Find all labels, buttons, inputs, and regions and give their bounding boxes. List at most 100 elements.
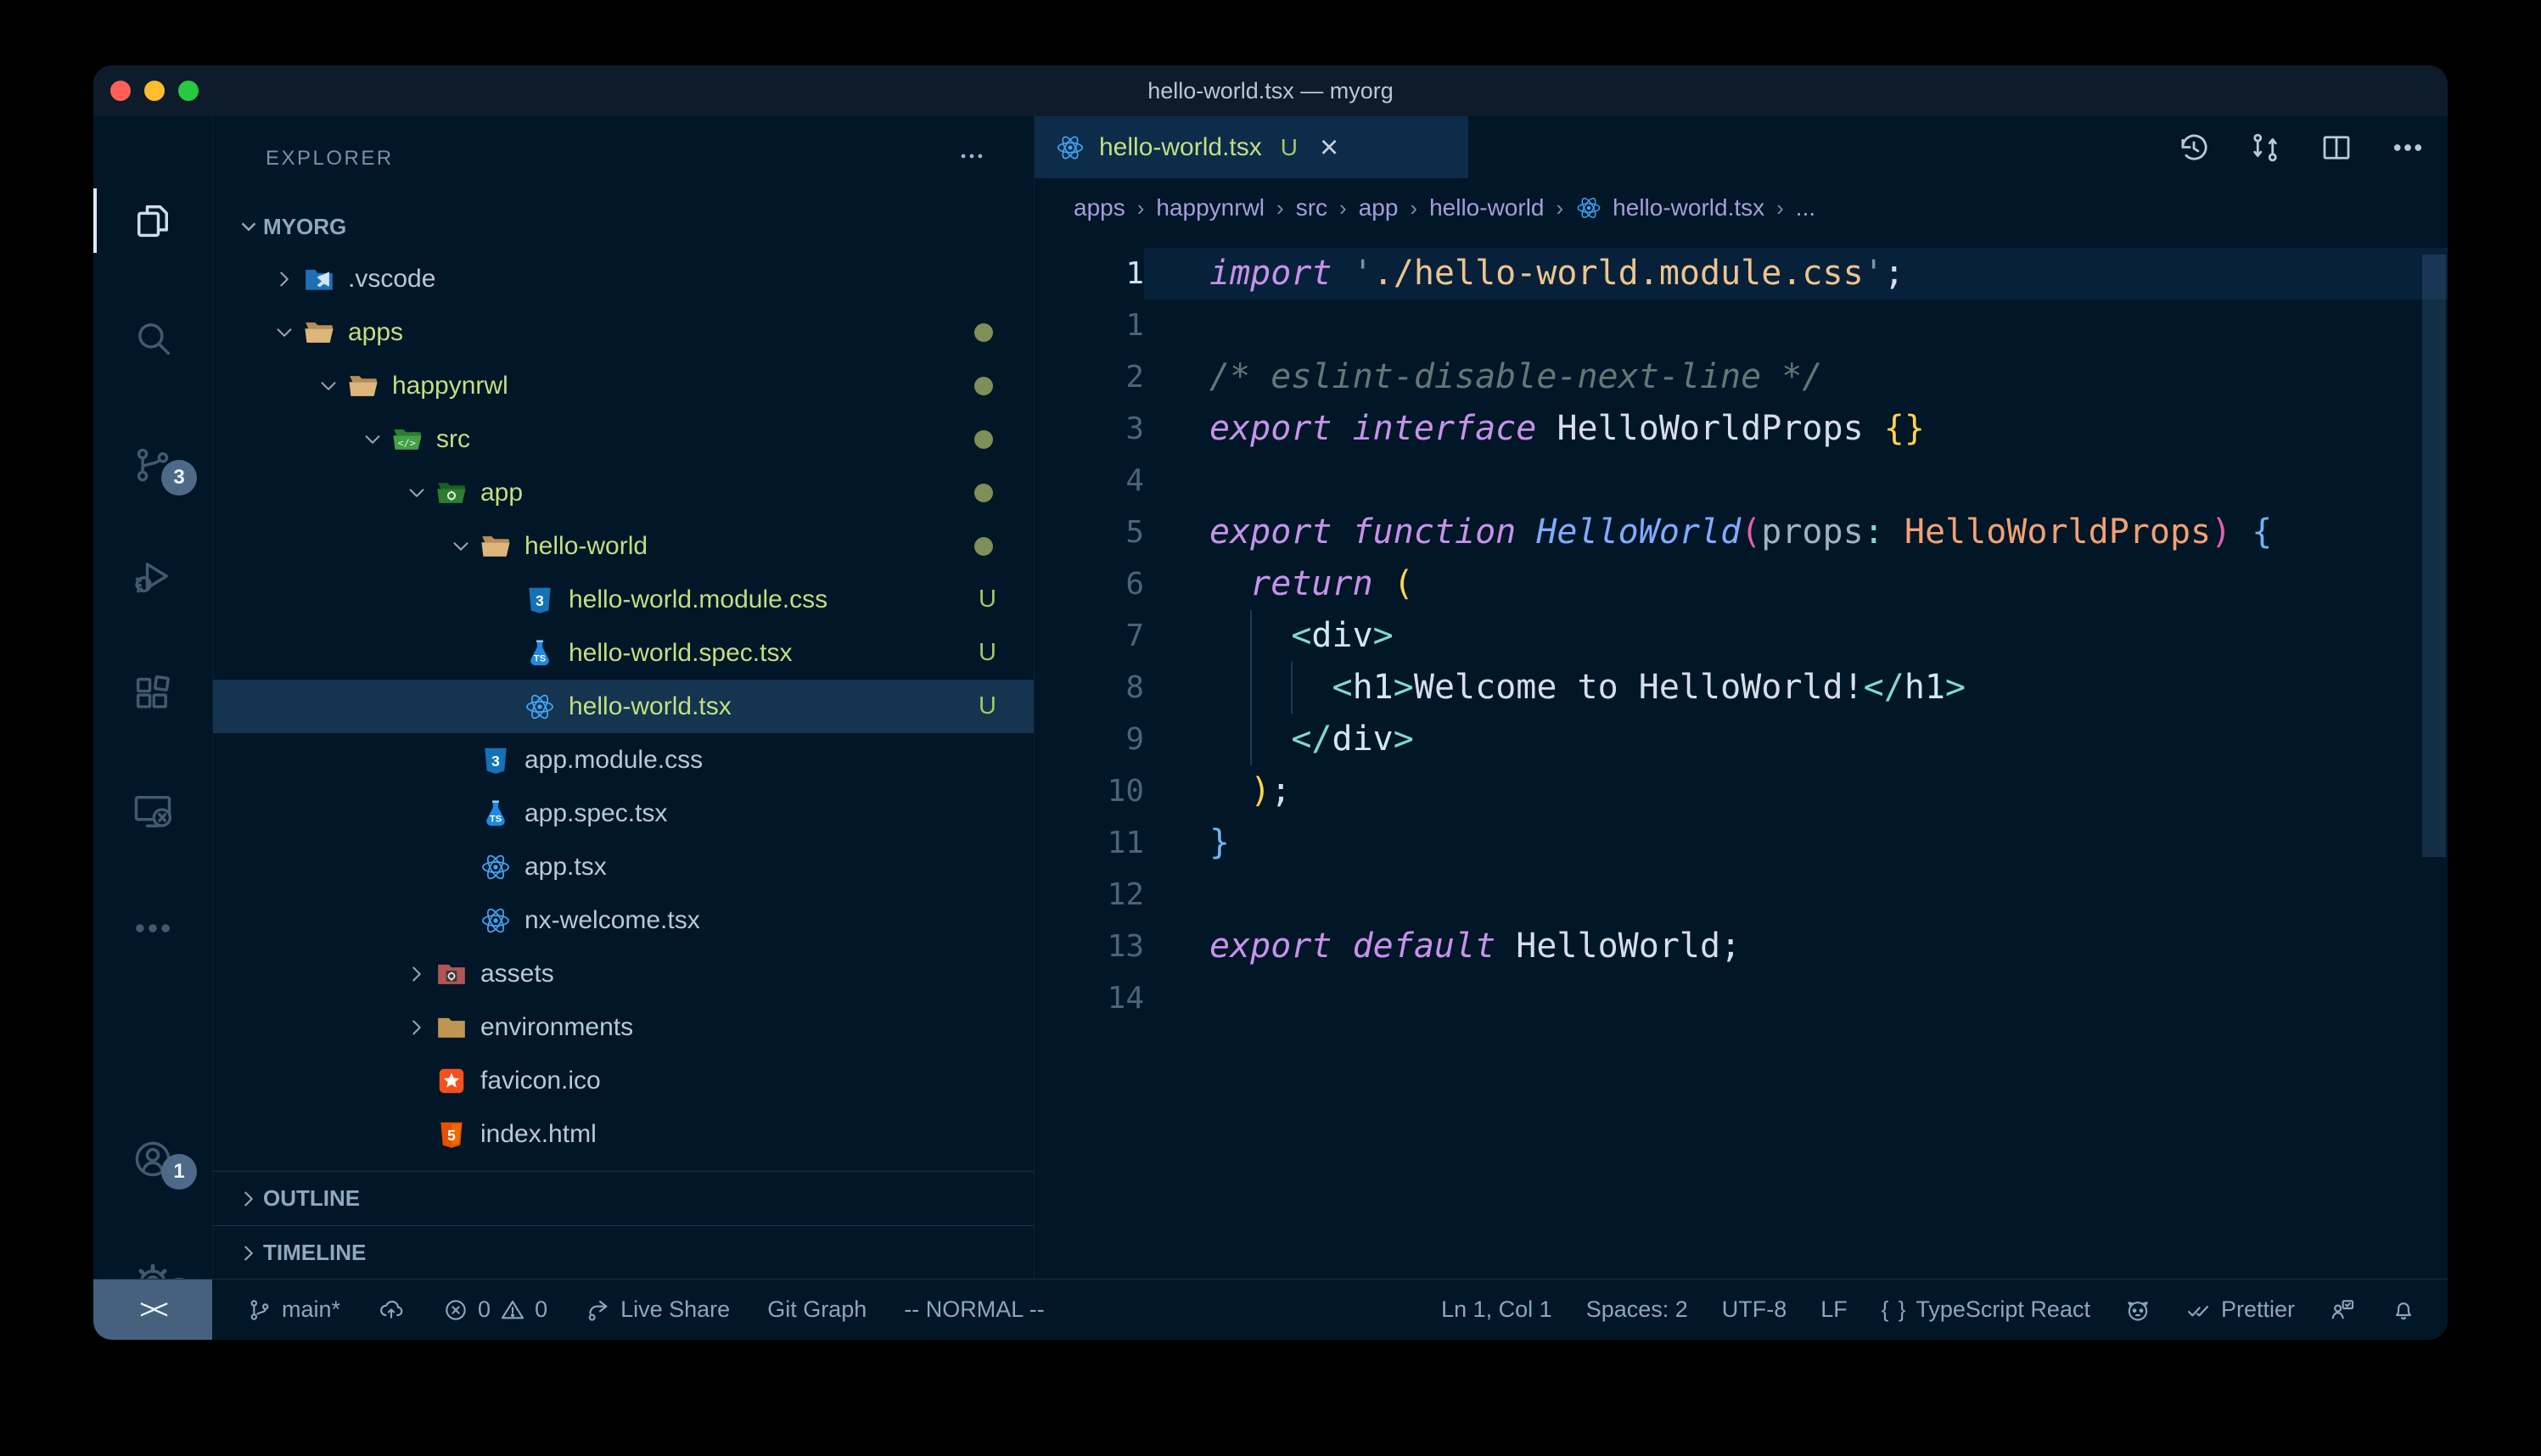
split-editor-icon[interactable]: [2319, 130, 2354, 165]
status-branch-indicator[interactable]: main*: [246, 1296, 340, 1324]
status-publish-changes[interactable]: [378, 1296, 405, 1324]
status-label: TypeScript React: [1916, 1296, 2090, 1323]
tab-hello-world-tsx[interactable]: hello-world.tsx U ×: [1035, 116, 1468, 178]
breadcrumb-item-happynrwl[interactable]: happynrwl: [1156, 194, 1265, 221]
remote-indicator[interactable]: ><: [93, 1280, 212, 1340]
code-editor[interactable]: 1import './hello-world.module.css';12/* …: [1035, 238, 2448, 1280]
breadcrumb-item-file[interactable]: hello-world.tsx: [1613, 194, 1764, 221]
tree-item-index.html[interactable]: 5index.html: [213, 1107, 1034, 1161]
tree-item-src[interactable]: </>src: [213, 412, 1034, 466]
tree-item-favicon.ico[interactable]: favicon.ico: [213, 1054, 1034, 1107]
code-line[interactable]: 13export default HelloWorld;: [1035, 921, 2448, 972]
extensions-icon: [131, 672, 175, 716]
tree-item-label: favicon.ico: [480, 1067, 601, 1095]
activity-item-more[interactable]: [93, 886, 212, 971]
section-timeline[interactable]: TIMELINE: [213, 1225, 1034, 1280]
tree-item-app.module.css[interactable]: 3app.module.css: [213, 733, 1034, 787]
status-vim-mode[interactable]: -- NORMAL --: [904, 1296, 1044, 1323]
code-line[interactable]: 10 );: [1035, 765, 2448, 817]
breadcrumb-separator: ›: [1276, 195, 1284, 221]
tree-item-apps[interactable]: apps: [213, 305, 1034, 359]
status-label: 0: [478, 1296, 491, 1323]
status-problems-indicator[interactable]: 00: [442, 1296, 547, 1324]
status-language-mode[interactable]: { }TypeScript React: [1882, 1296, 2090, 1323]
activity-item-explorer[interactable]: [93, 178, 212, 263]
tree-item-label: happynrwl: [392, 372, 508, 400]
section-outline[interactable]: OUTLINE: [213, 1171, 1034, 1225]
code-line[interactable]: 3export interface HelloWorldProps {}: [1035, 403, 2448, 455]
status-cursor-position[interactable]: Ln 1, Col 1: [1441, 1296, 1552, 1323]
status-feedback[interactable]: [2329, 1296, 2356, 1324]
workspace-section-myorg[interactable]: MYORG: [213, 201, 1034, 252]
status-github-status[interactable]: [2124, 1296, 2151, 1324]
more-icon[interactable]: [2390, 130, 2426, 165]
tree-item-hello-world.tsx[interactable]: hello-world.tsxU: [213, 680, 1034, 733]
activity-item-search[interactable]: [93, 295, 212, 380]
breadcrumb-separator: ›: [1137, 195, 1145, 221]
code-line[interactable]: 6 return (: [1035, 558, 2448, 610]
code-line[interactable]: 1import './hello-world.module.css';: [1035, 248, 2448, 300]
activity-item-extensions[interactable]: [93, 652, 212, 736]
status-indentation[interactable]: Spaces: 2: [1586, 1296, 1688, 1323]
tree-item-environments[interactable]: environments: [213, 1000, 1034, 1054]
code-line[interactable]: 11}: [1035, 817, 2448, 869]
activity-item-remote[interactable]: [93, 769, 212, 854]
tree-item-app.tsx[interactable]: app.tsx: [213, 840, 1034, 893]
code-line[interactable]: 5export function HelloWorld(props: Hello…: [1035, 507, 2448, 558]
breadcrumb-item-src[interactable]: src: [1296, 194, 1327, 221]
code-line[interactable]: 14: [1035, 972, 2448, 1024]
workspace-name: MYORG: [263, 214, 346, 240]
code-line-content: </div>: [1144, 714, 2448, 765]
code-line[interactable]: 8 <h1>Welcome to HelloWorld!</h1>: [1035, 662, 2448, 714]
more-icon: [131, 906, 175, 950]
code-line[interactable]: 2/* eslint-disable-next-line */: [1035, 351, 2448, 403]
close-tab-icon[interactable]: ×: [1320, 132, 1338, 164]
explorer-more-icon[interactable]: [957, 142, 986, 176]
status-live-share[interactable]: Live Share: [585, 1296, 730, 1324]
status-notifications[interactable]: [2390, 1296, 2417, 1324]
breadcrumb-item-hello-world[interactable]: hello-world: [1429, 194, 1544, 221]
tree-item-.vscode[interactable]: .vscode: [213, 252, 1034, 305]
status-prettier-status[interactable]: Prettier: [2185, 1296, 2295, 1324]
activity-item-source-control[interactable]: 3: [93, 423, 212, 507]
tree-item-app[interactable]: app: [213, 466, 1034, 519]
activity-badge-accounts: 1: [161, 1154, 197, 1190]
test-icon: TS: [479, 797, 513, 831]
code-line[interactable]: 7 <div>: [1035, 610, 2448, 662]
chevron-spacer: [446, 853, 475, 882]
code-line[interactable]: 12: [1035, 869, 2448, 921]
close-window-button[interactable]: [110, 81, 131, 101]
tree-item-hello-world.module.css[interactable]: 3hello-world.module.cssU: [213, 573, 1034, 626]
editor-scrollbar[interactable]: [2422, 255, 2446, 857]
status-git-graph[interactable]: Git Graph: [767, 1296, 867, 1323]
compare-changes-icon[interactable]: [2247, 130, 2283, 165]
breadcrumb-item-apps[interactable]: apps: [1074, 194, 1125, 221]
workbench: 311 EXPLORER MYORG .vscodeappshappynrwl<…: [93, 116, 2448, 1280]
breadcrumb-overflow[interactable]: ...: [1796, 194, 1815, 221]
tree-item-hello-world[interactable]: hello-world: [213, 519, 1034, 573]
status-encoding[interactable]: UTF-8: [1722, 1296, 1787, 1323]
breadcrumb-item-app[interactable]: app: [1359, 194, 1399, 221]
tree-item-hello-world.spec.tsx[interactable]: TShello-world.spec.tsxU: [213, 626, 1034, 680]
code-line[interactable]: 1: [1035, 300, 2448, 351]
folder-src-icon: </>: [390, 423, 424, 456]
tree-item-label: .vscode: [348, 265, 435, 294]
token: >: [1945, 668, 1966, 707]
code-line[interactable]: 9 </div>: [1035, 714, 2448, 765]
activity-item-run-debug[interactable]: [93, 534, 212, 619]
history-icon[interactable]: [2176, 130, 2212, 165]
status-bar: >< main* 00 Live Share Git Graph -- NORMAL -…: [93, 1279, 2448, 1340]
code-line-content: export interface HelloWorldProps {}: [1144, 403, 2448, 455]
token: props: [1761, 512, 1863, 552]
tree-item-assets[interactable]: assets: [213, 947, 1034, 1000]
zoom-window-button[interactable]: [178, 81, 199, 101]
tree-item-happynrwl[interactable]: happynrwl: [213, 359, 1034, 412]
tree-item-nx-welcome.tsx[interactable]: nx-welcome.tsx: [213, 893, 1034, 947]
tree-item-app.spec.tsx[interactable]: TSapp.spec.tsx: [213, 787, 1034, 840]
activity-item-accounts[interactable]: 1: [93, 1117, 212, 1201]
status-eol[interactable]: LF: [1820, 1296, 1848, 1323]
title-bar[interactable]: hello-world.tsx — myorg: [93, 65, 2448, 116]
code-line[interactable]: 4: [1035, 455, 2448, 507]
minimize-window-button[interactable]: [144, 81, 165, 101]
code-line-content: [1144, 869, 2448, 921]
